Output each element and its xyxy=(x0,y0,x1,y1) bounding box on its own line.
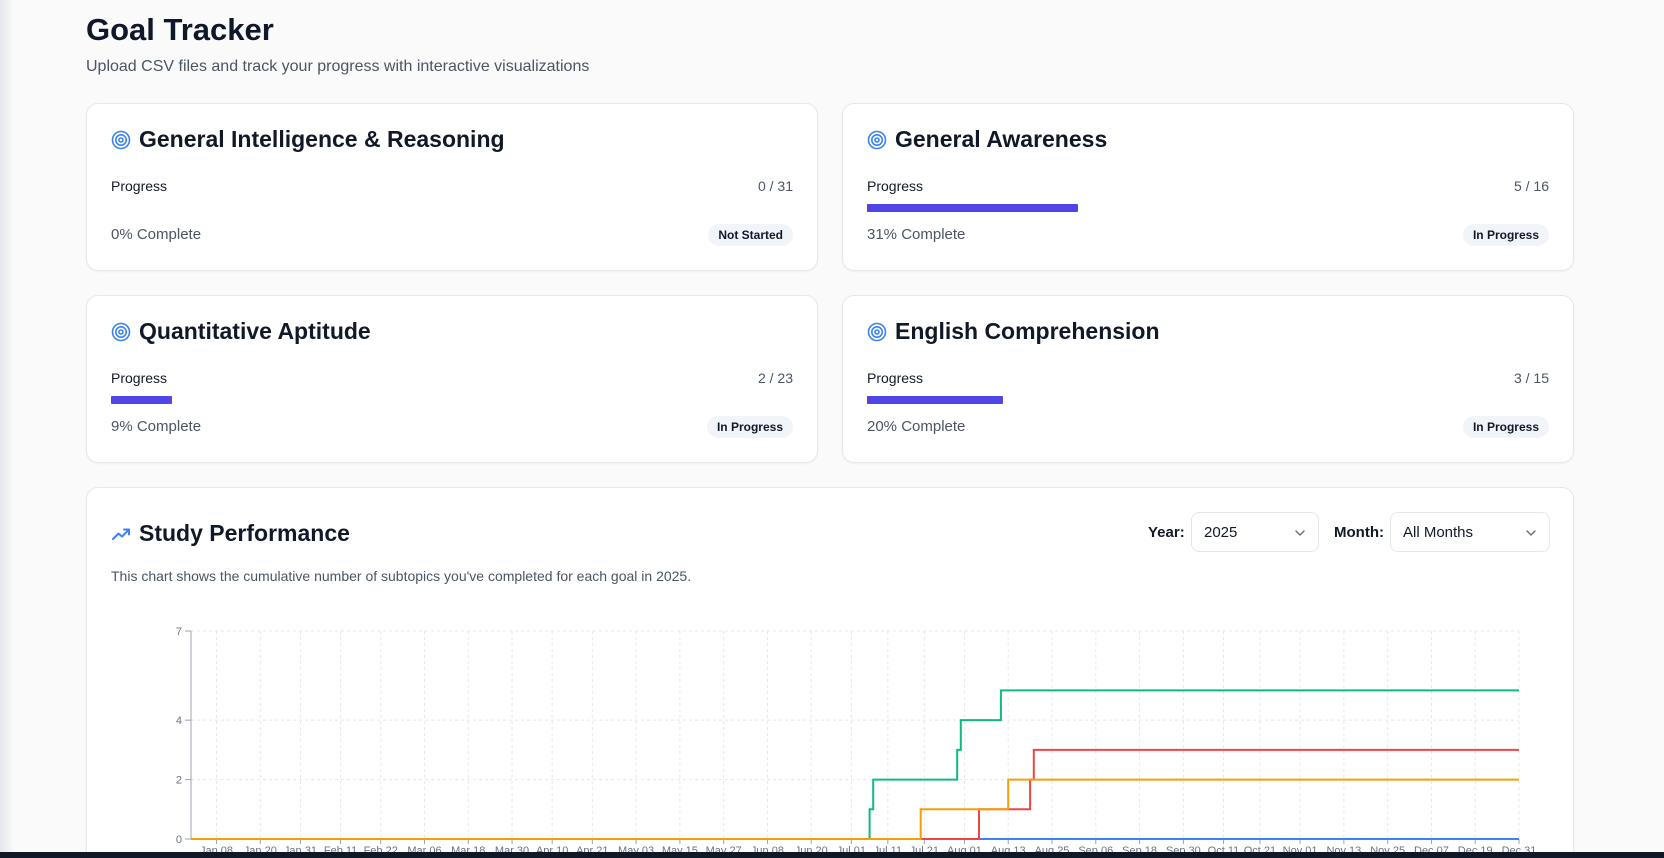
progress-fill xyxy=(111,396,173,404)
series-line xyxy=(191,748,1519,840)
page-title: Goal Tracker xyxy=(86,12,274,47)
target-icon xyxy=(867,130,887,149)
progress-bar xyxy=(867,396,1549,404)
bottom-edge xyxy=(0,852,1664,858)
series-line xyxy=(191,778,1519,840)
goal-title: General Awareness xyxy=(895,126,1108,152)
progress-label: Progress xyxy=(111,178,168,194)
percent-complete: 20% Complete xyxy=(867,418,966,435)
goal-title: Quantitative Aptitude xyxy=(139,318,371,344)
goal-card: Quantitative Aptitude Progress 2 / 23 9%… xyxy=(86,295,818,463)
status-badge: In Progress xyxy=(1462,416,1549,438)
goal-title: General Intelligence & Reasoning xyxy=(139,126,505,152)
y-tick-label: 4 xyxy=(176,715,182,727)
goal-card: General Awareness Progress 5 / 16 31% Co… xyxy=(842,103,1574,271)
progress-count: 3 / 15 xyxy=(1513,370,1549,386)
percent-complete: 9% Complete xyxy=(111,418,202,435)
percent-complete: 0% Complete xyxy=(111,226,202,243)
progress-label: Progress xyxy=(111,370,168,386)
y-tick-label: 0 xyxy=(176,834,182,846)
progress-label: Progress xyxy=(867,178,924,194)
page-subtitle: Upload CSV files and track your progress… xyxy=(86,58,590,75)
goal-title: English Comprehension xyxy=(895,318,1160,344)
y-tick-label: 2 xyxy=(176,775,182,787)
progress-bar xyxy=(111,204,793,212)
target-icon xyxy=(111,322,131,341)
y-tick-label: 7 xyxy=(176,626,182,638)
progress-fill xyxy=(867,396,1004,404)
series-line xyxy=(191,689,1519,840)
study-performance-chart: Jan 08 Jan 20 Jan 31 Feb 11 Feb 22 Mar 06 Mar … xyxy=(176,626,1537,857)
status-badge: Not Started xyxy=(708,224,793,246)
progress-bar xyxy=(111,396,793,404)
status-badge: In Progress xyxy=(706,416,793,438)
target-icon xyxy=(867,322,887,341)
study-performance-card: Study Performance Year: 2025 Month: All … xyxy=(86,487,1574,858)
percent-complete: 31% Complete xyxy=(867,226,966,243)
goal-card: General Intelligence & Reasoning Progres… xyxy=(86,103,818,271)
status-badge: In Progress xyxy=(1462,224,1549,246)
target-icon xyxy=(111,130,131,149)
progress-count: 5 / 16 xyxy=(1513,178,1549,194)
progress-bar xyxy=(867,204,1549,212)
goal-card: English Comprehension Progress 3 / 15 20… xyxy=(842,295,1574,463)
progress-count: 2 / 23 xyxy=(757,370,793,386)
progress-fill xyxy=(867,204,1079,212)
window-edge-shadow xyxy=(0,0,14,858)
progress-label: Progress xyxy=(867,370,924,386)
progress-count: 0 / 31 xyxy=(757,178,793,194)
